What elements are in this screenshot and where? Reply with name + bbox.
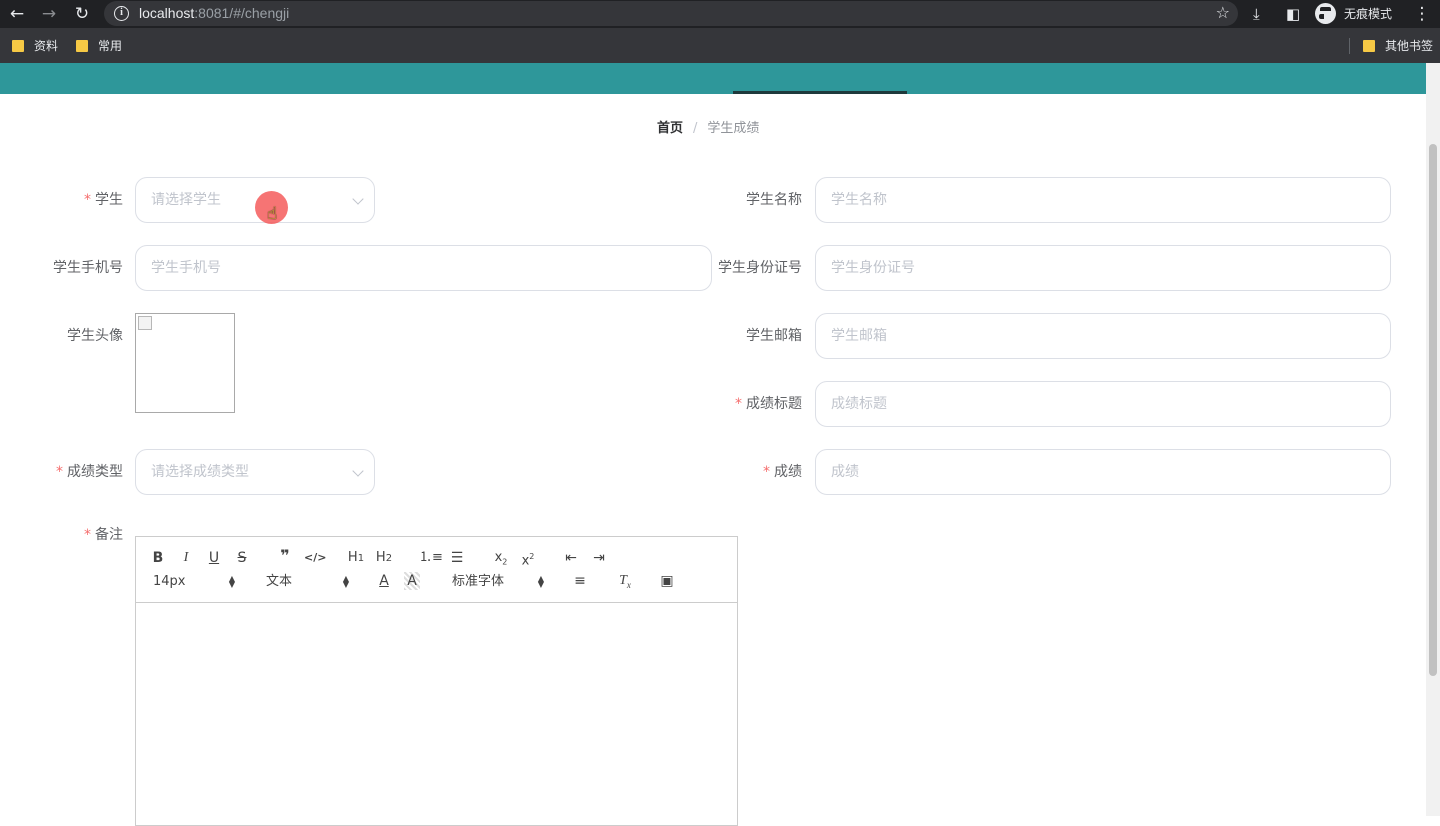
student-email-input[interactable]: 学生邮箱 [815, 313, 1391, 359]
side-panel-icon[interactable]: ◧ [1286, 3, 1300, 25]
breadcrumb-separator: / [693, 121, 698, 136]
student-select-placeholder: 请选择学生 [151, 192, 221, 208]
forward-arrow-icon[interactable]: → [37, 2, 61, 26]
breadcrumb-home[interactable]: 首页 [657, 121, 683, 136]
browser-toolbar: ← → ↻ i localhost:8081/#/chengji ☆ ⤓ ◧ 无… [0, 0, 1440, 28]
blockquote-icon[interactable]: ❞ [275, 547, 295, 565]
folder-icon [76, 40, 88, 52]
image-icon[interactable]: ▣ [658, 572, 676, 590]
student-name-input[interactable]: 学生名称 [815, 177, 1391, 223]
reload-icon[interactable]: ↻ [70, 2, 94, 26]
chevron-down-icon [352, 193, 364, 205]
student-avatar-label: 学生头像 [67, 328, 123, 344]
app-top-nav [0, 63, 1426, 94]
code-block-icon[interactable]: </> [304, 549, 326, 567]
score-type-select[interactable]: 请选择成绩类型 [135, 449, 375, 495]
url-text[interactable]: localhost:8081/#/chengji [139, 4, 289, 23]
bookmarks-bar: 资料 常用 其他书签 [0, 28, 1440, 63]
student-label: * 学生 [84, 192, 123, 208]
incognito-icon [1315, 3, 1342, 24]
score-type-label: * 成绩类型 [56, 464, 123, 480]
heading-2-icon[interactable]: H2 [374, 549, 394, 568]
scrollbar-thumb[interactable] [1429, 144, 1437, 676]
student-id-card-input[interactable]: 学生身份证号 [815, 245, 1391, 291]
ordered-list-icon[interactable]: ⒈≡ [419, 549, 443, 567]
score-type-placeholder: 请选择成绩类型 [151, 464, 249, 480]
folder-icon [12, 40, 24, 52]
student-phone-input[interactable]: 学生手机号 [135, 245, 712, 291]
more-vertical-icon[interactable]: ⋮ [1412, 3, 1432, 25]
font-size-select[interactable]: 14px [153, 573, 233, 591]
nav-active-indicator [733, 91, 907, 94]
student-email-placeholder: 学生邮箱 [831, 328, 887, 344]
student-avatar-image[interactable] [135, 313, 235, 413]
select-arrows-icon: ▲ ▼ [228, 574, 236, 589]
back-arrow-icon[interactable]: ← [5, 2, 29, 26]
underline-icon[interactable]: U [206, 549, 222, 567]
hand-cursor-icon: ☝ [267, 204, 278, 224]
remark-rich-text-editor: B I U S ❞ </> H1 H2 ⒈≡ ☰ x2 x2 ⇤ ⇥ 14px … [135, 536, 738, 826]
page-scrollbar[interactable] [1426, 63, 1440, 816]
student-id-card-label: 学生身份证号 [718, 260, 802, 276]
student-phone-label: 学生手机号 [53, 260, 123, 276]
breadcrumb-current: 学生成绩 [707, 121, 760, 136]
chevron-down-icon [352, 465, 364, 477]
font-family-select[interactable]: 标准字体 [452, 573, 542, 591]
bookmarks-divider [1349, 38, 1350, 54]
score-input[interactable]: 成绩 [815, 449, 1391, 495]
subscript-icon[interactable]: x2 [491, 549, 511, 572]
select-arrows-icon: ▲ ▼ [537, 574, 545, 589]
broken-image-icon [138, 316, 152, 330]
outdent-icon[interactable]: ⇤ [562, 549, 580, 567]
bookmark-star-icon[interactable]: ☆ [1216, 3, 1230, 23]
remark-label: * 备注 [84, 527, 123, 543]
background-color-icon[interactable]: A [404, 572, 420, 590]
align-icon[interactable]: ≡ [571, 572, 589, 590]
download-icon[interactable]: ⤓ [1253, 3, 1260, 25]
score-placeholder: 成绩 [831, 464, 859, 480]
bookmark-folder-1[interactable]: 资料 [12, 38, 58, 54]
bold-icon[interactable]: B [150, 549, 166, 567]
student-id-card-placeholder: 学生身份证号 [831, 260, 915, 276]
strikethrough-icon[interactable]: S [234, 549, 250, 567]
student-phone-placeholder: 学生手机号 [151, 260, 221, 276]
superscript-icon[interactable]: x2 [518, 548, 538, 570]
student-select[interactable]: 请选择学生 [135, 177, 375, 223]
clear-format-icon[interactable]: Tx [616, 572, 634, 594]
score-title-label: * 成绩标题 [735, 396, 802, 412]
indent-icon[interactable]: ⇥ [590, 549, 608, 567]
breadcrumb: 首页 / 学生成绩 [657, 120, 759, 138]
font-color-icon[interactable]: A [376, 572, 392, 590]
score-title-placeholder: 成绩标题 [831, 396, 887, 412]
other-bookmarks[interactable]: 其他书签 [1363, 38, 1433, 54]
bullet-list-icon[interactable]: ☰ [448, 549, 466, 567]
info-icon[interactable]: i [114, 6, 129, 21]
address-bar[interactable]: i localhost:8081/#/chengji ☆ [104, 1, 1238, 26]
score-title-input[interactable]: 成绩标题 [815, 381, 1391, 427]
student-email-label: 学生邮箱 [746, 328, 802, 344]
editor-toolbar: B I U S ❞ </> H1 H2 ⒈≡ ☰ x2 x2 ⇤ ⇥ 14px … [136, 537, 737, 603]
header-select[interactable]: 文本 [266, 573, 346, 591]
student-name-placeholder: 学生名称 [831, 192, 887, 208]
folder-icon [1363, 40, 1375, 52]
score-label: * 成绩 [763, 464, 802, 480]
incognito-label: 无痕模式 [1344, 7, 1393, 21]
select-arrows-icon: ▲ ▼ [342, 574, 350, 589]
bookmark-folder-2[interactable]: 常用 [76, 38, 122, 54]
italic-icon[interactable]: I [178, 549, 194, 567]
student-name-label: 学生名称 [746, 192, 802, 208]
heading-1-icon[interactable]: H1 [346, 549, 366, 568]
